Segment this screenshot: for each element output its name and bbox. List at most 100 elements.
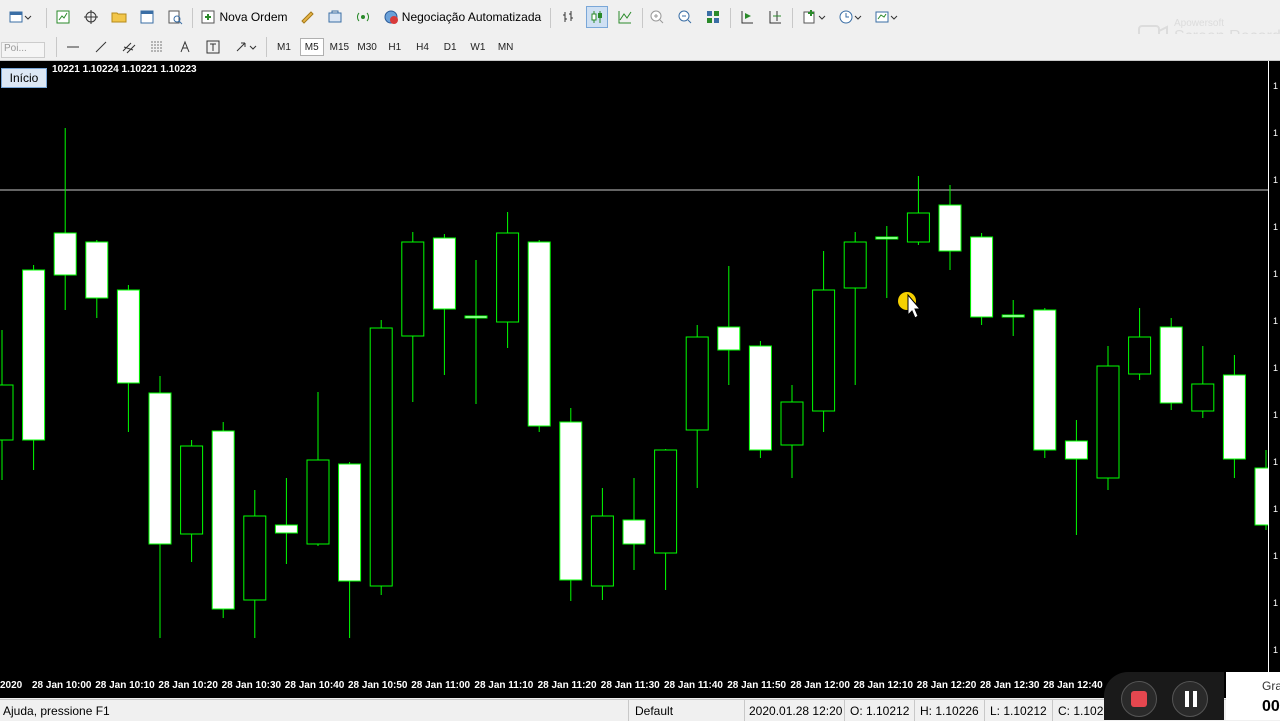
zoom-out-icon[interactable] (674, 6, 696, 28)
candle-bull (180, 445, 204, 535)
candle-bear (464, 315, 488, 319)
folder-icon[interactable] (108, 6, 130, 28)
new-chart-button[interactable] (0, 6, 40, 28)
trendline-icon[interactable] (90, 36, 112, 58)
candle-bull (1191, 383, 1215, 412)
timeframe-h1[interactable]: H1 (383, 38, 407, 56)
time-axis-label: 28 Jan 11:30 (600, 680, 660, 691)
mouse-cursor-icon (898, 292, 922, 319)
new-order-label: Nova Ordem (219, 10, 288, 24)
candle-bull (906, 212, 930, 243)
channel-icon[interactable] (118, 36, 140, 58)
candle-bull (401, 241, 425, 337)
time-axis-label: 2020 (0, 680, 23, 691)
fibonacci-icon[interactable] (146, 36, 168, 58)
price-scale: 11111111111111 (1268, 61, 1280, 702)
templates-button[interactable] (870, 6, 902, 28)
arrows-dropdown-button[interactable] (230, 36, 260, 58)
status-high: H: 1.10226 (920, 704, 979, 718)
candle-bull (590, 515, 614, 587)
candle-bull (1096, 365, 1120, 479)
status-help: Ajuda, pressione F1 (3, 704, 110, 718)
candle-bull (843, 241, 867, 289)
status-bar: Ajuda, pressione F1 Default 2020.01.28 1… (0, 699, 1280, 721)
radio-icon[interactable] (352, 6, 374, 28)
time-axis-label: 28 Jan 11:40 (664, 680, 723, 691)
line-chart-icon[interactable] (614, 6, 636, 28)
time-axis-label: 28 Jan 10:20 (158, 680, 218, 691)
price-scale-label: 1 (1273, 504, 1279, 514)
time-axis-label: 28 Jan 12:10 (853, 680, 914, 691)
price-scale-label: 1 (1273, 316, 1279, 326)
price-scale-label: 1 (1273, 81, 1279, 91)
home-button[interactable]: Início (1, 68, 47, 88)
timeframe-m30[interactable]: M30 (355, 38, 379, 56)
timeframe-h4[interactable]: H4 (411, 38, 435, 56)
candle-bull (1128, 336, 1152, 375)
tile-windows-icon[interactable] (702, 6, 724, 28)
time-axis-label: 28 Jan 11:00 (411, 680, 471, 691)
zoom-in-icon[interactable] (646, 6, 668, 28)
candle-bear (116, 289, 140, 384)
search-field[interactable]: Poi... (1, 42, 45, 58)
candle-bear (211, 430, 235, 610)
auto-trading-icon (384, 10, 398, 24)
strategy-tester-icon[interactable] (164, 6, 186, 28)
price-chart[interactable]: 10221 1.10224 1.10221 1.10223 (0, 61, 1268, 676)
chart-shift-icon[interactable] (764, 6, 786, 28)
pause-icon-bar (1193, 691, 1197, 707)
candle-bear (970, 236, 994, 318)
pause-icon (1185, 691, 1189, 707)
candle-bear (1001, 314, 1025, 318)
candle-bear (559, 421, 583, 581)
window-icon[interactable] (136, 6, 158, 28)
horizontal-line-icon[interactable] (62, 36, 84, 58)
time-axis-label: 28 Jan 12:30 (980, 680, 1040, 691)
timeframe-w1[interactable]: W1 (466, 38, 490, 56)
timeframe-m15[interactable]: M15 (327, 38, 351, 56)
status-datetime: 2020.01.28 12:20 (749, 704, 843, 718)
market-watch-icon[interactable] (52, 6, 74, 28)
status-close: C: 1.1021 (1058, 704, 1111, 718)
candle-bear (875, 236, 899, 240)
text-label-icon[interactable] (202, 36, 224, 58)
candle-bear (85, 241, 109, 299)
periods-button[interactable] (834, 6, 866, 28)
candle-bear (1254, 467, 1268, 526)
price-scale-label: 1 (1273, 551, 1279, 561)
price-scale-label: 1 (1273, 222, 1279, 232)
new-order-icon (201, 10, 215, 24)
timeframe-mn[interactable]: MN (494, 38, 518, 56)
price-scale-label: 1 (1273, 269, 1279, 279)
pause-recording-button[interactable] (1172, 681, 1208, 717)
candle-bull (654, 449, 678, 554)
candle-bull (0, 384, 14, 441)
text-tool-icon[interactable] (174, 36, 196, 58)
signals-icon[interactable] (324, 6, 346, 28)
candle-bear (938, 204, 962, 252)
crosshair-icon[interactable] (80, 6, 102, 28)
candle-bear (748, 345, 772, 451)
timeframe-m1[interactable]: M1 (272, 38, 296, 56)
candle-bull (685, 336, 709, 431)
candle-bear (622, 519, 646, 545)
new-order-button[interactable]: Nova Ordem (198, 6, 290, 28)
candle-bull (496, 232, 520, 323)
candle-bear (274, 524, 298, 534)
auto-scroll-icon[interactable] (736, 6, 758, 28)
price-scale-label: 1 (1273, 128, 1279, 138)
candle-bear (717, 326, 741, 351)
recorder-side-timer: 00 (1262, 698, 1280, 715)
meta-editor-icon[interactable] (296, 6, 318, 28)
bar-chart-icon[interactable] (558, 6, 580, 28)
timeframe-d1[interactable]: D1 (438, 38, 462, 56)
status-low: L: 1.10212 (990, 704, 1047, 718)
candlestick-chart-icon[interactable] (586, 6, 608, 28)
time-axis-label: 28 Jan 10:30 (221, 680, 282, 691)
auto-trading-button[interactable]: Negociação Automatizada (380, 6, 544, 28)
timeframe-m5[interactable]: M5 (299, 38, 324, 56)
indicators-button[interactable] (798, 6, 830, 28)
time-axis-label: 28 Jan 10:10 (95, 680, 155, 691)
status-profile: Default (635, 704, 674, 718)
price-scale-label: 1 (1273, 457, 1279, 467)
